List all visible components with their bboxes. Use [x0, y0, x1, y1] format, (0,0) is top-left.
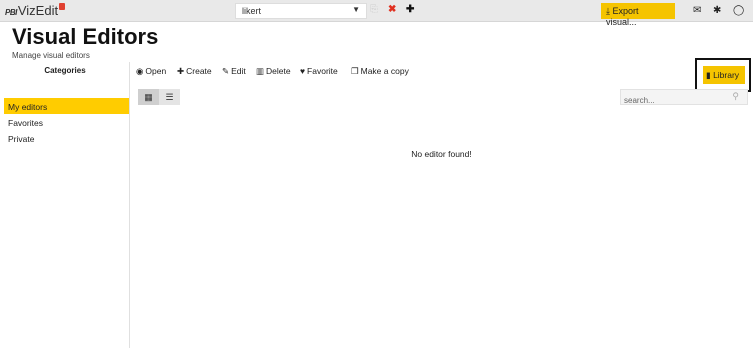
edit-label: Edit [231, 66, 246, 76]
sidebar-item-private[interactable]: Private [4, 130, 129, 146]
logo-badge-icon [59, 3, 66, 10]
top-bar: PBIVizEdit likert ▼ ⎘ ✖ ✚ ⤓ Export visua… [0, 0, 753, 27]
page-subtitle: Manage visual editors [12, 51, 90, 60]
pencil-icon: ✎ [222, 66, 230, 76]
plus-icon: ✚ [177, 66, 185, 76]
favorite-label: Favorite [307, 66, 338, 76]
copy-icon: ❐ [351, 66, 359, 76]
grid-view-icon[interactable]: ▦ [138, 89, 159, 105]
empty-state-message: No editor found! [411, 149, 472, 159]
list-view-icon[interactable]: ☰ [159, 89, 180, 105]
library-highlight: ▮ Library [695, 58, 751, 92]
chevron-down-icon[interactable]: ▼ [352, 5, 360, 14]
search-input[interactable] [621, 93, 721, 108]
close-icon[interactable]: ✖ [388, 4, 396, 16]
view-toggle: ▦ ☰ [138, 89, 180, 105]
create-button[interactable]: ✚ Create [177, 66, 212, 77]
open-label: Open [145, 66, 167, 76]
eye-icon: ◉ [136, 66, 144, 76]
download-icon: ⤓ [606, 6, 610, 16]
logo-prefix: PBI [5, 8, 17, 17]
sidebar-item-favorites[interactable]: Favorites [4, 114, 129, 130]
copy-icon[interactable]: ⎘ [370, 4, 378, 16]
gear-icon[interactable]: ✱ [713, 5, 721, 17]
make-copy-button[interactable]: ❐ Make a copy [351, 66, 409, 77]
open-button[interactable]: ◉ Open [136, 66, 166, 77]
export-visual-button[interactable]: ⤓ Export visual... [601, 3, 675, 27]
edit-button[interactable]: ✎ Edit [222, 66, 246, 77]
logo-text: VizEdit [17, 3, 59, 18]
search-box: ⚲ [620, 89, 748, 108]
book-icon: ▮ [706, 70, 711, 80]
library-button[interactable]: ▮ Library [703, 66, 745, 84]
app-logo[interactable]: PBIVizEdit [5, 3, 66, 21]
export-label: Export visual... [606, 6, 639, 27]
page-title: Visual Editors [12, 24, 159, 49]
delete-label: Delete [266, 66, 291, 76]
trash-icon: ▥ [256, 66, 265, 76]
heart-icon: ♥ [300, 66, 306, 76]
create-label: Create [186, 66, 212, 76]
categories-title: Categories [44, 66, 86, 75]
selector-value: likert [242, 6, 262, 16]
search-icon[interactable]: ⚲ [732, 91, 739, 102]
library-label: Library [713, 70, 740, 80]
add-icon[interactable]: ✚ [406, 4, 414, 16]
visual-selector[interactable]: likert ▼ [235, 3, 367, 19]
mail-icon[interactable]: ✉ [693, 5, 701, 17]
delete-button[interactable]: ▥ Delete [256, 66, 291, 77]
favorite-button[interactable]: ♥ Favorite [300, 66, 338, 76]
sidebar-item-my-editors[interactable]: My editors [4, 98, 129, 114]
make-copy-label: Make a copy [360, 66, 409, 76]
user-icon[interactable]: ◯ [733, 5, 744, 17]
categories-sidebar: Categories My editors Favorites Private [0, 62, 130, 348]
